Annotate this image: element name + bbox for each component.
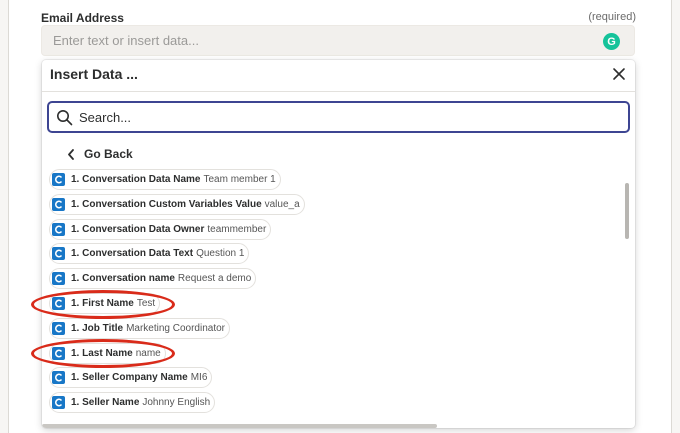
data-item-pill[interactable]: 1. Conversation Custom Variables Value va…: [49, 193, 305, 215]
data-item-pill[interactable]: 1. Seller Company Name MI6: [49, 367, 213, 389]
chevron-left-icon: [68, 148, 74, 160]
list-item-row: 1. Job Title Marketing Coordinator: [49, 317, 619, 343]
horizontal-scrollbar[interactable]: [42, 424, 437, 428]
list-item-row: 1. First Name Test: [49, 292, 619, 318]
item-value: Question 1: [196, 248, 245, 260]
search-field[interactable]: [47, 101, 630, 133]
go-back-button[interactable]: Go Back: [67, 147, 133, 161]
app-c-icon: [52, 222, 65, 236]
vertical-scrollbar[interactable]: [625, 183, 629, 239]
data-item-pill[interactable]: 1. First Name Test: [49, 292, 161, 314]
data-item-pill[interactable]: 1. Seller Name Johnny English: [49, 392, 216, 414]
email-input[interactable]: [53, 33, 593, 48]
list-item-row: 1. Seller Name Johnny English: [49, 392, 619, 417]
app-c-icon: [52, 197, 65, 211]
insert-data-popover: Insert Data ... Go Back 1. Conversation …: [42, 60, 635, 428]
data-item-pill[interactable]: 1. Last Name name: [49, 342, 166, 364]
item-value: Test: [136, 297, 156, 309]
list-item-row: 1. Last Name name: [49, 342, 619, 368]
data-item-pill[interactable]: 1. Job Title Marketing Coordinator: [49, 317, 230, 339]
app-c-icon: [52, 272, 65, 286]
item-value: MI6: [190, 372, 208, 384]
email-field[interactable]: G: [41, 25, 635, 56]
app-c-icon: [52, 296, 65, 310]
item-key: 1. Seller Name: [71, 397, 140, 409]
app-c-icon: [52, 173, 65, 186]
item-key: 1. Conversation name: [71, 273, 175, 285]
popover-title: Insert Data ...: [50, 66, 138, 82]
item-value: Request a demo: [177, 273, 252, 285]
item-key: 1. Conversation Data Name: [71, 174, 201, 185]
search-icon: [57, 109, 73, 125]
data-item-pill[interactable]: 1. Conversation Data Text Question 1: [49, 243, 250, 265]
email-field-label: Email Address: [41, 11, 124, 25]
item-key: 1. Last Name: [71, 347, 133, 359]
close-icon[interactable]: [611, 66, 627, 82]
item-key: 1. Conversation Data Owner: [71, 223, 205, 235]
item-value: name: [135, 347, 161, 359]
item-value: Johnny English: [142, 397, 211, 409]
app-c-icon: [52, 396, 65, 410]
item-value: teammember: [207, 223, 267, 235]
item-value: Marketing Coordinator: [126, 322, 225, 334]
list-item-row: 1. Conversation name Request a demo: [49, 268, 619, 293]
item-key: 1. Conversation Custom Variables Value: [71, 198, 262, 210]
item-key: 1. Conversation Data Text: [71, 248, 194, 260]
app-c-icon: [52, 247, 65, 261]
list-item-row: 1. Conversation Data Name Team member 1: [49, 169, 619, 194]
list-item-row: 1. Conversation Custom Variables Value va…: [49, 193, 619, 219]
data-item-list: 1. Conversation Data Name Team member 1 1.…: [49, 169, 619, 417]
search-input[interactable]: [79, 109, 599, 125]
data-item-pill[interactable]: 1. Conversation Data Owner teammember: [49, 218, 272, 240]
list-item-row: 1. Seller Company Name MI6: [49, 367, 619, 392]
app-c-icon: [52, 371, 65, 385]
item-value: Team member 1: [203, 174, 276, 185]
go-back-label: Go Back: [84, 147, 133, 161]
app-c-icon: [52, 346, 65, 360]
item-value: value_a: [264, 198, 300, 210]
required-indicator: (required): [588, 11, 636, 23]
data-item-pill[interactable]: 1. Conversation name Request a demo: [49, 268, 257, 290]
item-key: 1. Job Title: [71, 322, 124, 334]
popover-divider: [42, 91, 635, 92]
app-c-icon: [52, 321, 65, 335]
data-item-pill[interactable]: 1. Conversation Data Name Team member 1: [49, 169, 281, 190]
list-item-row: 1. Conversation Data Text Question 1: [49, 243, 619, 268]
item-key: 1. Seller Company Name: [71, 372, 188, 384]
list-item-row: 1. Conversation Data Owner teammember: [49, 218, 619, 244]
grammarly-icon[interactable]: G: [603, 33, 620, 50]
item-key: 1. First Name: [71, 297, 134, 309]
